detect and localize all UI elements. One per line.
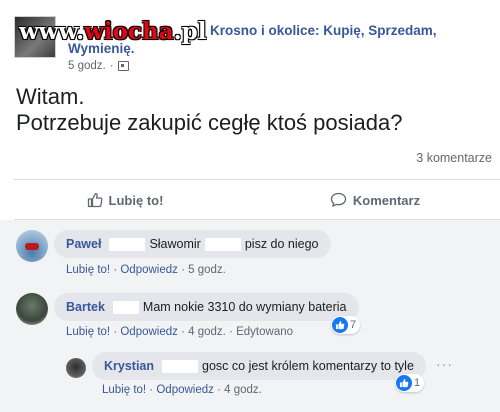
commenter-name[interactable]: Paweł — [66, 237, 101, 251]
like-reaction-icon — [396, 375, 412, 391]
thumbs-up-icon — [87, 192, 103, 208]
comment-button[interactable]: Komentarz — [250, 180, 500, 220]
redacted-name — [109, 238, 146, 252]
comment-reply-link[interactable]: Odpowiedz — [120, 264, 178, 276]
redacted-name — [204, 238, 241, 252]
like-reaction-icon — [332, 317, 348, 333]
redacted-name — [162, 360, 199, 374]
comment-actions: Lubię to! · Odpowiedz · 4 godz. — [102, 384, 262, 396]
comment-time[interactable]: 5 godz. — [188, 264, 226, 276]
comment-text: gosc co jest królem komentarzy to tyle — [202, 359, 414, 373]
commenter-avatar[interactable] — [66, 358, 86, 378]
post-time[interactable]: 5 godz. — [68, 60, 106, 72]
comment-icon — [330, 192, 347, 208]
redacted-name — [112, 301, 139, 315]
meta-separator: · — [109, 60, 114, 72]
post-body: Witam. Potrzebuje zakupić cegłę ktoś pos… — [16, 84, 402, 136]
comments-count[interactable]: 3 komentarze — [416, 151, 492, 165]
more-options-icon[interactable]: ··· — [436, 356, 453, 372]
reaction-number: 7 — [350, 319, 357, 331]
comment-time[interactable]: 4 godz. — [188, 326, 226, 338]
like-button[interactable]: Lubię to! — [0, 180, 250, 220]
comment-bubble: Krystian gosc co jest królem komentarzy t… — [92, 352, 426, 381]
comment-actions: Lubię to! · Odpowiedz · 5 godz. — [66, 264, 226, 276]
comment-like-link[interactable]: Lubię to! — [66, 264, 110, 276]
watermark-logo: www.wiocha.pl — [19, 18, 207, 45]
mention-name[interactable]: Sławomir — [149, 237, 200, 251]
comment-like-link[interactable]: Lubię to! — [66, 326, 110, 338]
post-text-line-1: Witam. — [16, 84, 85, 109]
comment-bubble: Paweł Sławomir pisz do niego — [54, 230, 331, 259]
post-text-line-2: Potrzebuje zakupić cegłę ktoś posiada? — [16, 110, 403, 135]
comment-actions: Lubię to! · Odpowiedz · 4 godz. · Edytow… — [66, 326, 294, 338]
post-actions: Lubię to! Komentarz — [0, 180, 500, 220]
comment-like-link[interactable]: Lubię to! — [102, 384, 146, 396]
commenter-avatar[interactable] — [16, 293, 48, 325]
edited-label[interactable]: Edytowano — [236, 326, 293, 338]
post-meta: 5 godz. · — [68, 60, 129, 72]
comment-reply-link[interactable]: Odpowiedz — [120, 326, 178, 338]
comment: Paweł Sławomir pisz do niego Lubię to! · O… — [0, 220, 500, 286]
comments-section: Paweł Sławomir pisz do niego Lubię to! · O… — [0, 220, 500, 412]
reply-comment: Krystian gosc co jest królem komentarzy t… — [0, 348, 500, 412]
commenter-name[interactable]: Bartek — [66, 300, 105, 314]
group-privacy-icon — [117, 61, 129, 71]
commenter-avatar[interactable] — [16, 230, 48, 262]
comment-reply-link[interactable]: Odpowiedz — [156, 384, 214, 396]
comment-text: pisz do niego — [244, 237, 319, 251]
like-button-label: Lubię to! — [108, 192, 164, 208]
reaction-count[interactable]: 7 — [331, 316, 361, 334]
comment-text: Mam nokie 3310 do wymiany bateria — [142, 300, 347, 314]
comment-button-label: Komentarz — [352, 192, 421, 208]
comment-bubble: Bartek Mam nokie 3310 do wymiany bateria — [54, 293, 359, 322]
comment-time[interactable]: 4 godz. — [224, 384, 262, 396]
reaction-number: 1 — [414, 377, 421, 389]
commenter-name[interactable]: Krystian — [104, 359, 154, 373]
post-header: www.wiocha.pl Krosno i okolice: Kupię, S… — [14, 12, 494, 78]
comment: Bartek Mam nokie 3310 do wymiany bateria … — [0, 284, 500, 350]
reaction-count[interactable]: 1 — [395, 374, 425, 392]
